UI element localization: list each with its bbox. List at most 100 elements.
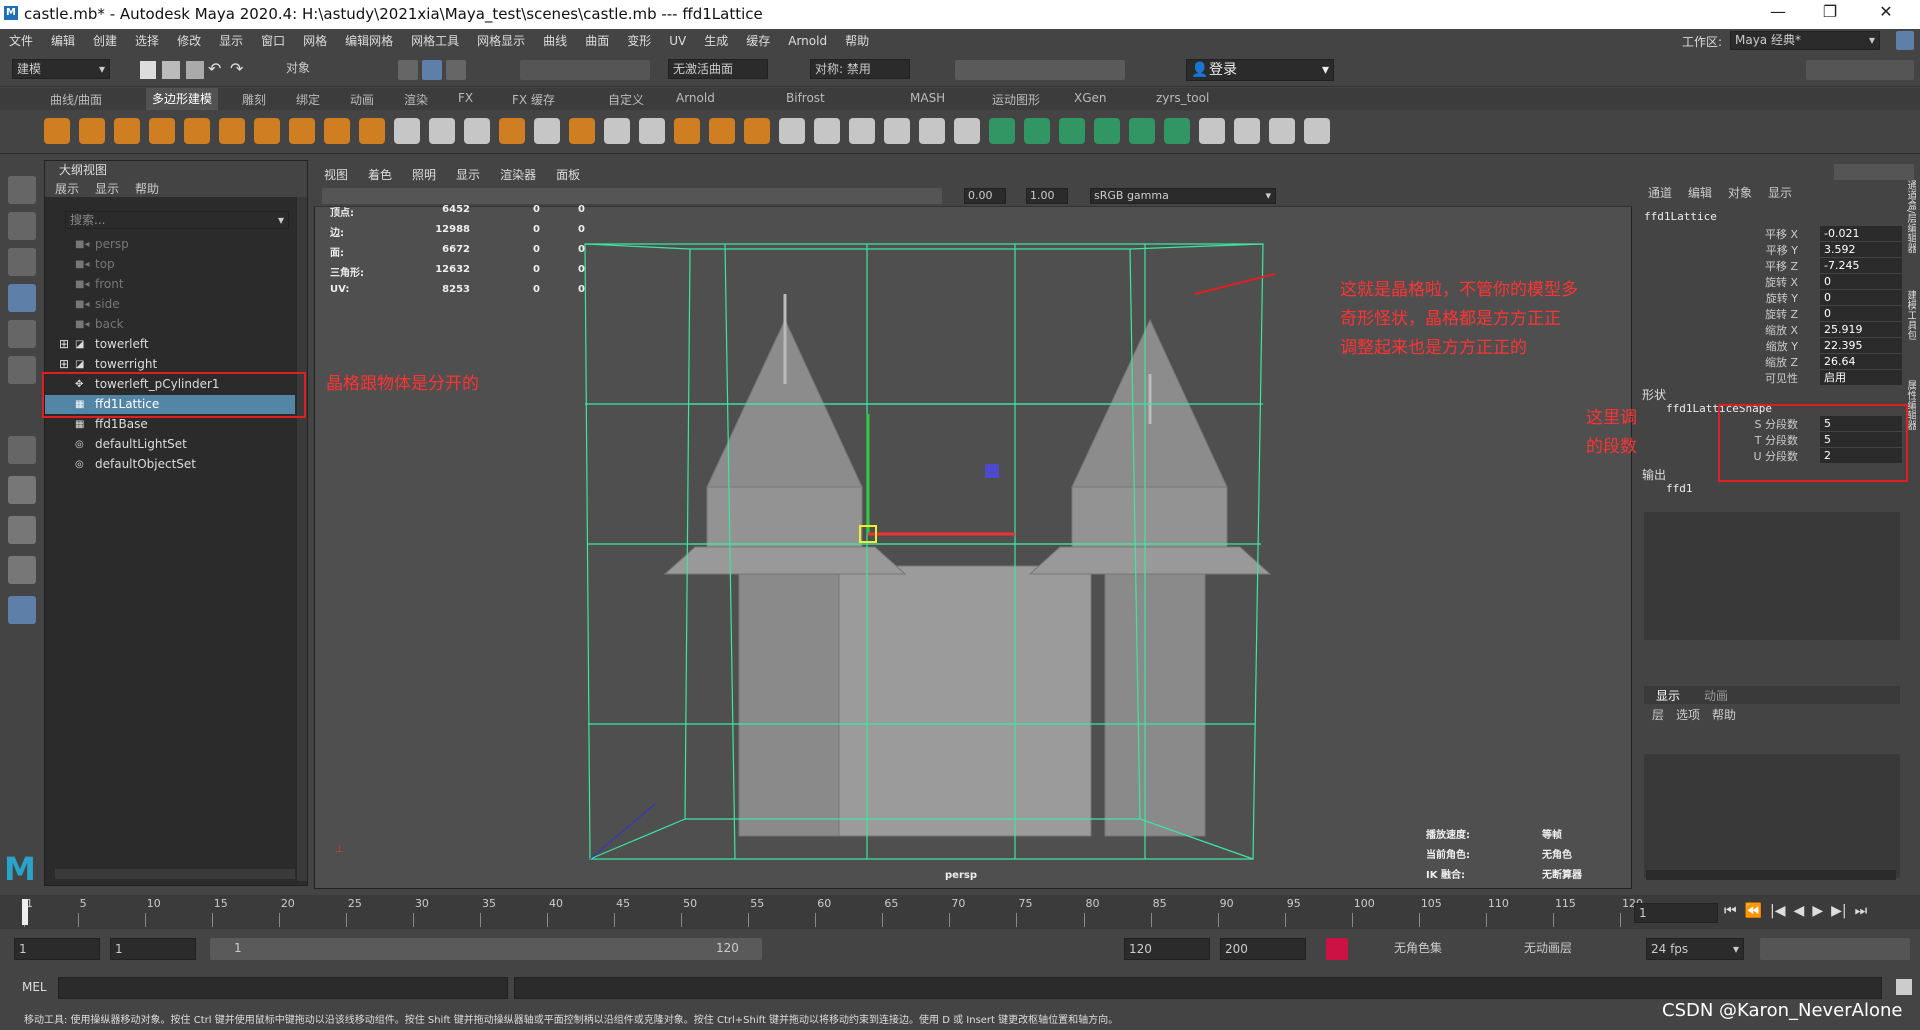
mel-input[interactable] [58, 977, 508, 999]
move-tool-icon[interactable] [8, 284, 36, 312]
save-scene-icon[interactable] [186, 61, 204, 79]
channel-menu-item[interactable]: 通道 [1648, 184, 1672, 201]
step-back-key-icon[interactable]: ⏪ [1745, 903, 1762, 919]
range-bar[interactable]: 1 120 [210, 938, 762, 960]
panel-toggle-icons[interactable] [1806, 60, 1914, 80]
attribute-value[interactable]: 0 [1820, 274, 1902, 289]
anim-layer-dropdown[interactable]: 无动画层 [1520, 938, 1624, 960]
attribute-value[interactable]: 22.395 [1820, 338, 1902, 353]
channel-menu-item[interactable]: 编辑 [1688, 184, 1712, 201]
login-dropdown[interactable]: 👤 登录 ▾ [1186, 59, 1334, 81]
select-object-icon[interactable] [422, 60, 442, 80]
shelf-tool-icon[interactable] [674, 118, 700, 144]
channel-attribute[interactable]: 可见性 启用 [1638, 370, 1908, 386]
channel-menu-item[interactable]: 显示 [1768, 184, 1792, 201]
viewport-icon-strip[interactable] [322, 188, 942, 204]
select-tool-icon[interactable] [8, 176, 36, 204]
viewport-menu-item[interactable]: 渲染器 [500, 166, 536, 183]
open-scene-icon[interactable] [162, 61, 180, 79]
menu-item[interactable]: 变形 [627, 32, 651, 49]
shelf-tool-icon[interactable] [569, 118, 595, 144]
shelf-tool-icon[interactable] [1024, 118, 1050, 144]
live-surface-field[interactable]: 无激活曲面 [668, 59, 768, 79]
new-scene-icon[interactable] [140, 61, 156, 79]
attribute-value[interactable]: -7.245 [1820, 258, 1902, 273]
shelf-tool-icon[interactable] [254, 118, 280, 144]
menuset-dropdown[interactable]: 建模 ▾ [12, 59, 110, 79]
last-tool-icon[interactable] [8, 436, 36, 464]
channel-attribute[interactable]: 平移 X -0.021 [1638, 226, 1908, 242]
playback-start-field[interactable]: 1 [110, 938, 196, 960]
shelf-tab[interactable]: 绑定 [296, 91, 320, 108]
menu-item[interactable]: 缓存 [746, 32, 770, 49]
shelf-tool-icon[interactable] [359, 118, 385, 144]
menu-item[interactable]: 网格显示 [477, 32, 525, 49]
attribute-value[interactable]: 26.64 [1820, 354, 1902, 369]
shelf-tool-icon[interactable] [184, 118, 210, 144]
lasso-tool-icon[interactable] [8, 212, 36, 240]
outliner-item[interactable]: ■◂ side [45, 295, 295, 314]
channel-attribute[interactable]: 缩放 Y 22.395 [1638, 338, 1908, 354]
shelf-tool-icon[interactable] [884, 118, 910, 144]
end-time-field[interactable]: 200 [1220, 938, 1306, 960]
outliner-item[interactable]: ◎ defaultLightSet [45, 435, 295, 454]
playback-end-field[interactable]: 120 [1124, 938, 1210, 960]
gamma-field[interactable]: 1.00 [1026, 188, 1068, 204]
shelf-tool-icon[interactable] [1199, 118, 1225, 144]
outliner-menu-item[interactable]: 显示 [95, 180, 119, 197]
symmetry-dropdown[interactable]: 对称: 禁用 [810, 59, 910, 79]
shelf-tool-icon[interactable] [849, 118, 875, 144]
time-slider[interactable]: 1 5 10 15 20 25 30 35 40 45 50 55 60 65 70 75 80 85 90 95 10… [0, 895, 1920, 929]
attribute-value[interactable]: -0.021 [1820, 226, 1902, 241]
outliner-item[interactable]: ⊞ ◪ towerleft [45, 335, 295, 354]
shelf-tool-icon[interactable] [989, 118, 1015, 144]
shelf-tab[interactable]: 自定义 [608, 91, 644, 108]
step-forward-icon[interactable]: ▶| [1831, 903, 1846, 919]
channel-attribute[interactable]: 旋转 Y 0 [1638, 290, 1908, 306]
attribute-value[interactable]: 0 [1820, 290, 1902, 305]
shelf-tool-icon[interactable] [744, 118, 770, 144]
maximize-button[interactable]: ❐ [1810, 2, 1850, 26]
channel-attribute[interactable]: 旋转 Z 0 [1638, 306, 1908, 322]
shelf-tab[interactable]: 运动图形 [992, 91, 1040, 108]
shelf-tab[interactable]: 多边形建模 [146, 88, 219, 110]
menu-item[interactable]: 显示 [219, 32, 243, 49]
snap-tools[interactable] [520, 60, 650, 80]
exposure-field[interactable]: 0.00 [964, 188, 1006, 204]
shelf-tool-icon[interactable] [709, 118, 735, 144]
outliner-item[interactable]: ■◂ front [45, 275, 295, 294]
layer-scrollbar[interactable] [1646, 870, 1896, 880]
shelf-tool-icon[interactable] [814, 118, 840, 144]
layer-editor-menu-item[interactable]: 选项 [1676, 706, 1700, 723]
colorspace-dropdown[interactable]: sRGB gamma ▾ [1090, 188, 1276, 204]
auto-key-icon[interactable] [1326, 938, 1348, 960]
shelf-tool-icon[interactable] [779, 118, 805, 144]
shelf-tool-icon[interactable] [79, 118, 105, 144]
play-back-icon[interactable]: ◀ [1794, 903, 1805, 919]
undo-icon[interactable]: ↶ [208, 59, 221, 78]
side-tab[interactable]: 建模工具包 [1904, 290, 1916, 360]
select-hierarchy-icon[interactable] [398, 60, 418, 80]
outliner-scrollbar[interactable] [297, 197, 307, 881]
menu-item[interactable]: 文件 [9, 32, 33, 49]
shelf-tool-icon[interactable] [1094, 118, 1120, 144]
attribute-value[interactable]: 25.919 [1820, 322, 1902, 337]
channel-icon-strip[interactable] [1834, 164, 1914, 180]
attribute-value[interactable]: 启用 [1820, 370, 1902, 385]
shelf-tool-icon[interactable] [394, 118, 420, 144]
viewport-menu-item[interactable]: 照明 [412, 166, 436, 183]
menu-item[interactable]: 帮助 [845, 32, 869, 49]
shelf-tool-icon[interactable] [219, 118, 245, 144]
workspace-dropdown[interactable]: Maya 经典* ▾ [1730, 31, 1880, 50]
shelf-tool-icon[interactable] [289, 118, 315, 144]
side-tab[interactable]: 通道盒/层编辑器 [1904, 180, 1916, 270]
menu-item[interactable]: 网格工具 [411, 32, 459, 49]
shelf-tab[interactable]: Arnold [676, 91, 715, 105]
outliner-menu-item[interactable]: 展示 [55, 180, 79, 197]
go-end-icon[interactable]: ⏭ [1855, 903, 1868, 919]
shelf-tool-icon[interactable] [44, 118, 70, 144]
shelf-tool-icon[interactable] [1234, 118, 1260, 144]
menu-item[interactable]: 编辑网格 [345, 32, 393, 49]
go-start-icon[interactable]: ⏮ [1724, 903, 1737, 919]
viewport-menu-item[interactable]: 显示 [456, 166, 480, 183]
